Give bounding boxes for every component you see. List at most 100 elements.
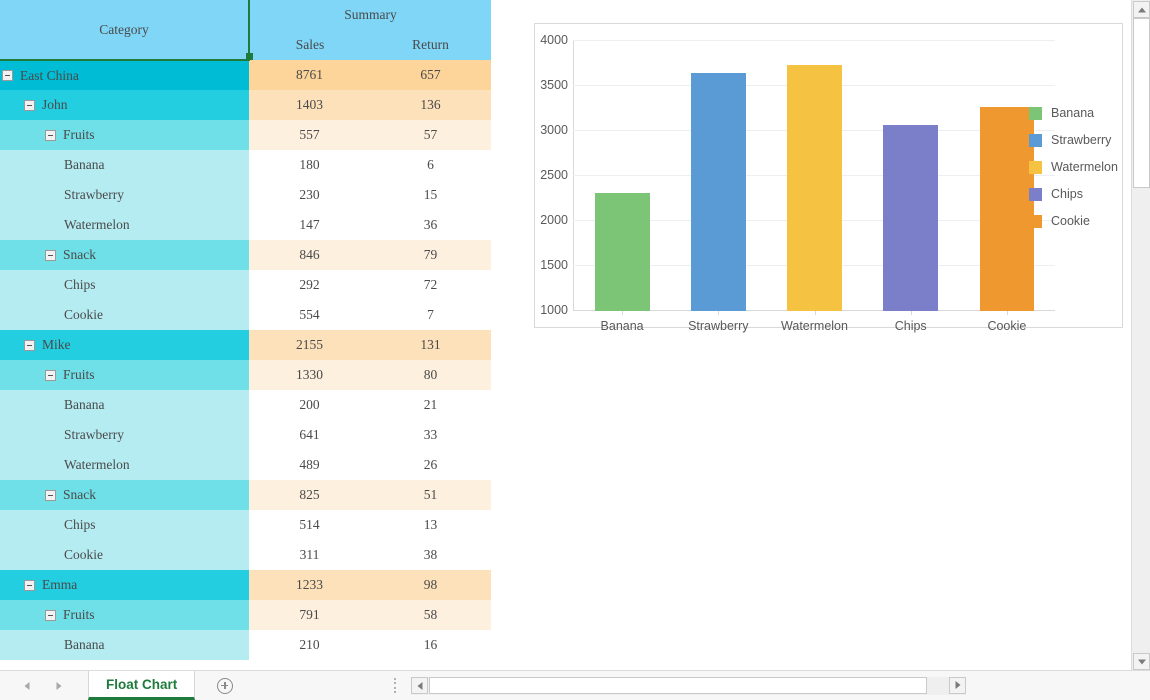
row-return-cell[interactable]: 16 [370,630,491,660]
row-sales-cell[interactable]: 2155 [249,330,370,360]
row-return-cell[interactable]: 79 [370,240,491,270]
row-sales-cell[interactable]: 514 [249,510,370,540]
row-category-cell[interactable]: Mike [0,330,249,360]
vertical-scrollbar[interactable] [1131,0,1150,672]
chart-bar[interactable] [883,124,939,311]
row-sales-cell[interactable]: 557 [249,120,370,150]
row-return-cell[interactable]: 657 [370,60,491,90]
row-sales-cell[interactable]: 489 [249,450,370,480]
row-category-cell[interactable]: Banana [0,630,249,660]
row-category-cell[interactable]: Fruits [0,600,249,630]
scroll-up-button[interactable] [1133,1,1150,18]
table-row[interactable]: Banana 180 6 [0,150,491,180]
header-resize-handle[interactable] [246,53,253,60]
row-sales-cell[interactable]: 791 [249,600,370,630]
collapse-toggle-icon[interactable] [45,249,56,261]
row-sales-cell[interactable]: 1403 [249,90,370,120]
row-category-cell[interactable]: Watermelon [0,210,249,240]
sheet-tab-float-chart[interactable]: Float Chart [88,671,196,700]
add-sheet-icon[interactable] [217,677,234,694]
row-return-cell[interactable]: 26 [370,450,491,480]
row-return-cell[interactable]: 38 [370,540,491,570]
table-row[interactable]: John 1403 136 [0,90,491,120]
chart-bar[interactable] [690,73,746,311]
collapse-toggle-icon[interactable] [45,129,56,141]
row-sales-cell[interactable]: 292 [249,270,370,300]
scroll-right-button[interactable] [949,676,967,694]
row-sales-cell[interactable]: 311 [249,540,370,570]
row-category-cell[interactable]: Cookie [0,300,249,330]
row-category-cell[interactable]: Strawberry [0,180,249,210]
row-category-cell[interactable]: Snack [0,480,249,510]
table-row[interactable]: Cookie 554 7 [0,300,491,330]
row-category-cell[interactable]: Chips [0,510,249,540]
table-row[interactable]: Snack 846 79 [0,240,491,270]
table-row[interactable]: Strawberry 641 33 [0,420,491,450]
vertical-scrollbar-thumb[interactable] [1133,18,1150,188]
legend-item[interactable]: Cookie [1029,214,1118,228]
column-header-sales[interactable]: Sales [249,30,370,60]
next-sheet-button[interactable] [54,681,64,691]
table-row[interactable]: Emma 1233 98 [0,570,491,600]
row-sales-cell[interactable]: 825 [249,480,370,510]
row-category-cell[interactable]: Banana [0,150,249,180]
row-category-cell[interactable]: Fruits [0,360,249,390]
row-return-cell[interactable]: 21 [370,390,491,420]
row-return-cell[interactable]: 33 [370,420,491,450]
chart-bar[interactable] [787,64,842,311]
row-return-cell[interactable]: 72 [370,270,491,300]
table-row[interactable]: Fruits 791 58 [0,600,491,630]
row-return-cell[interactable]: 131 [370,330,491,360]
row-sales-cell[interactable]: 8761 [249,60,370,90]
row-return-cell[interactable]: 6 [370,150,491,180]
floating-chart[interactable]: 1000 1500 2000 2500 3000 3500 4000 Banana Straw… [534,23,1123,333]
table-row[interactable]: Cookie 311 38 [0,540,491,570]
row-category-cell[interactable]: Watermelon [0,450,249,480]
row-category-cell[interactable]: Fruits [0,120,249,150]
row-return-cell[interactable]: 15 [370,180,491,210]
collapse-toggle-icon[interactable] [2,70,13,81]
scroll-left-button[interactable] [411,677,429,694]
collapse-toggle-icon[interactable] [24,339,35,351]
horizontal-scrollbar-thumb[interactable] [429,676,928,694]
row-return-cell[interactable]: 98 [370,570,491,600]
row-sales-cell[interactable]: 641 [249,420,370,450]
collapse-toggle-icon[interactable] [45,609,56,621]
row-sales-cell[interactable]: 846 [249,240,370,270]
row-return-cell[interactable]: 7 [370,300,491,330]
table-row[interactable]: East China 8761 657 [0,60,491,90]
row-return-cell[interactable]: 13 [370,510,491,540]
legend-item[interactable]: Banana [1029,106,1118,120]
split-handle-icon[interactable] [393,677,397,694]
row-return-cell[interactable]: 57 [370,120,491,150]
table-row[interactable]: Chips 514 13 [0,510,491,540]
table-row[interactable]: Fruits 1330 80 [0,360,491,390]
scroll-down-button[interactable] [1133,653,1150,670]
collapse-toggle-icon[interactable] [24,99,35,111]
row-return-cell[interactable]: 58 [370,600,491,630]
row-category-cell[interactable]: Cookie [0,540,249,570]
row-sales-cell[interactable]: 230 [249,180,370,210]
table-row[interactable]: Fruits 557 57 [0,120,491,150]
collapse-toggle-icon[interactable] [24,579,35,591]
legend-item[interactable]: Chips [1029,187,1118,201]
table-row[interactable]: Watermelon 489 26 [0,450,491,480]
row-category-cell[interactable]: John [0,90,249,120]
chart-bar[interactable] [594,193,650,311]
table-row[interactable]: Strawberry 230 15 [0,180,491,210]
row-sales-cell[interactable]: 210 [249,630,370,660]
table-row[interactable]: Banana 200 21 [0,390,491,420]
table-row[interactable]: Chips 292 72 [0,270,491,300]
column-header-category[interactable]: Category [0,0,250,61]
row-category-cell[interactable]: East China [0,60,249,90]
previous-sheet-button[interactable] [22,681,32,691]
legend-item[interactable]: Strawberry [1029,133,1118,147]
table-row[interactable]: Mike 2155 131 [0,330,491,360]
row-sales-cell[interactable]: 1233 [249,570,370,600]
row-category-cell[interactable]: Banana [0,390,249,420]
chart-bar[interactable] [979,107,1035,311]
table-row[interactable]: Banana 210 16 [0,630,491,660]
row-sales-cell[interactable]: 554 [249,300,370,330]
row-category-cell[interactable]: Strawberry [0,420,249,450]
horizontal-scrollbar[interactable] [411,676,967,695]
